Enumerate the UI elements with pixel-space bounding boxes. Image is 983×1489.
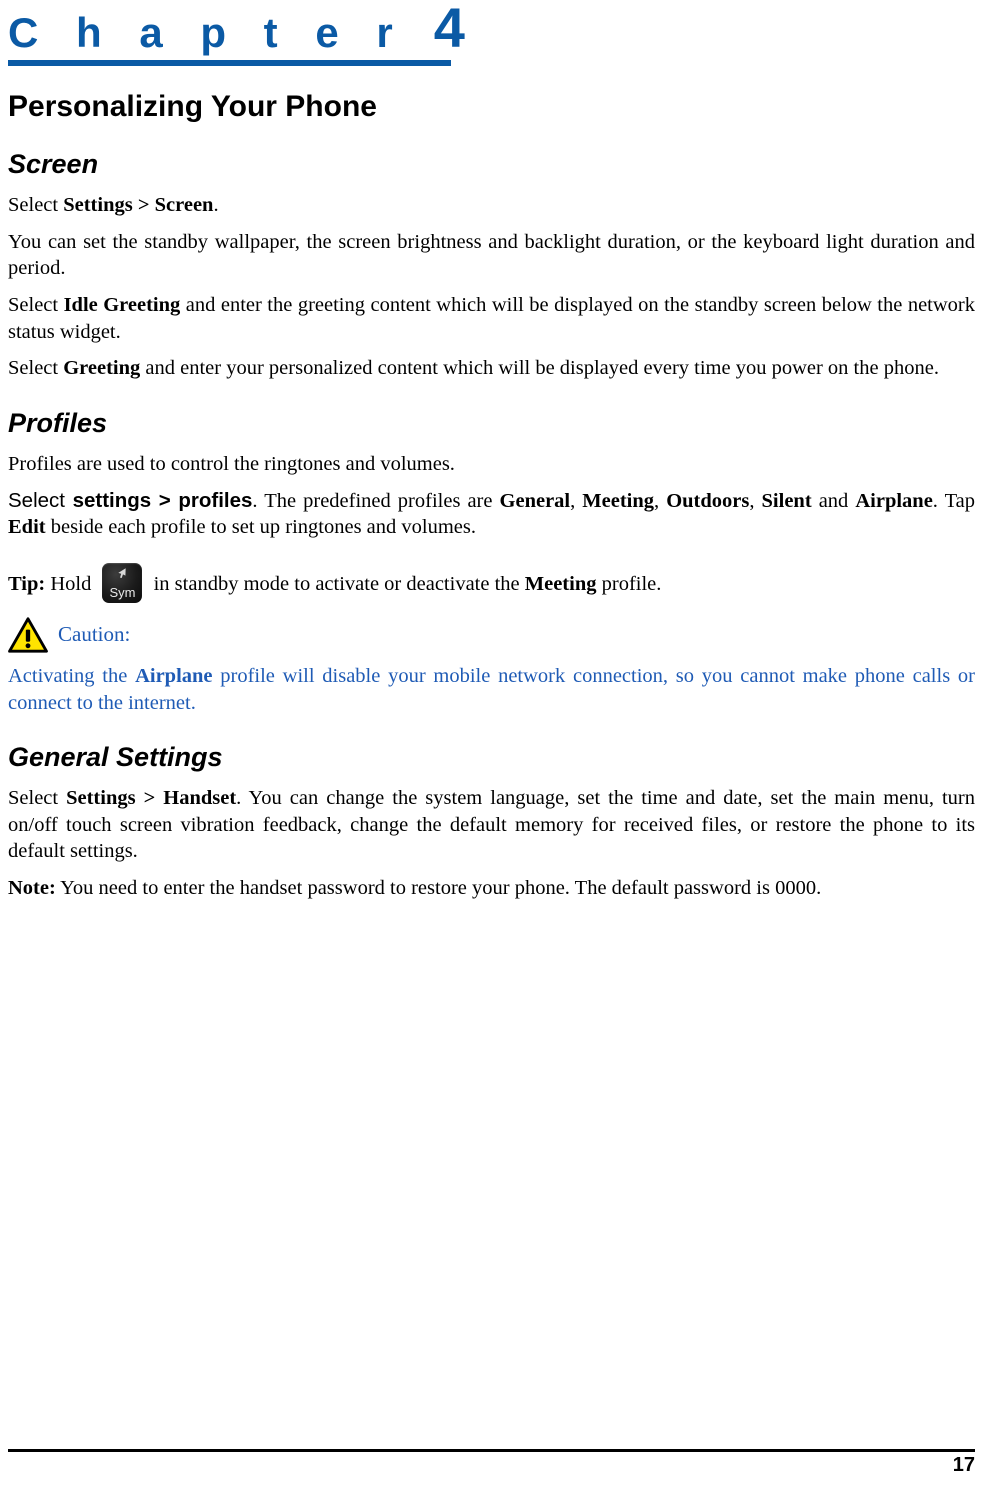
text-run-11: Airplane xyxy=(855,489,933,512)
text-run-2: . The predefined profiles are xyxy=(252,489,500,512)
text-run-4: , xyxy=(570,489,583,512)
paragraph-settings-handset: Select Settings > Handset. You can chang… xyxy=(8,785,975,865)
text-run-0: Select xyxy=(8,787,67,810)
tip-text-middle: in standby mode to activate or deactivat… xyxy=(148,572,525,595)
section-heading-general-settings: General Settings xyxy=(8,742,223,773)
text-run-1: You need to enter the handset password t… xyxy=(55,877,822,900)
text-run-0: You can set the standby wallpaper, the s… xyxy=(8,230,975,280)
text-run-6: , xyxy=(654,489,667,512)
cursor-arrow-icon xyxy=(118,568,127,578)
section-heading-profiles: Profiles xyxy=(8,407,108,438)
tip-emphasis: Meeting xyxy=(524,572,597,595)
text-run-2: . xyxy=(213,194,219,217)
section-heading-screen: Screen xyxy=(8,149,99,179)
text-run-0: Select xyxy=(8,194,64,217)
text-run-2: and enter your personalized content whic… xyxy=(140,357,939,380)
text-run-5: Meeting xyxy=(582,489,655,512)
text-run-12: . Tap xyxy=(932,489,976,512)
text-run-0: Note: xyxy=(8,877,56,900)
chapter-number: 4 xyxy=(433,0,471,59)
text-run-1: Idle Greeting xyxy=(63,293,181,316)
text-run-1: Greeting xyxy=(63,357,141,380)
page-footer: 17 xyxy=(8,1449,975,1477)
paragraph-note-password: Note: You need to enter the handset pass… xyxy=(8,875,975,902)
tip-label: Tip: xyxy=(8,572,46,595)
sym-key-icon: Sym xyxy=(102,562,143,603)
text-run-1: Settings > Screen xyxy=(63,194,214,217)
sym-key-label: Sym xyxy=(109,584,136,600)
text-run-8: , xyxy=(749,489,762,512)
tip-text-after: profile. xyxy=(596,572,662,595)
page-number: 17 xyxy=(952,1454,975,1476)
paragraph-idle-greeting: Select Idle Greeting and enter the greet… xyxy=(8,292,975,345)
text-run-1: settings > profiles xyxy=(72,488,253,512)
tip-line: Tip: Hold Sym in standby mode to activat… xyxy=(8,562,975,603)
paragraph-standby-wallpaper: You can set the standby wallpaper, the s… xyxy=(8,229,975,282)
paragraph-predefined-profiles: Select settings > profiles. The predefin… xyxy=(8,488,975,541)
chapter-label: C h a p t e r xyxy=(8,9,406,56)
warning-triangle-icon xyxy=(8,617,48,653)
text-run-13: Edit xyxy=(8,516,46,539)
text-run-0: Select xyxy=(8,488,73,512)
text-run-1: Settings > Handset xyxy=(66,787,237,810)
text-run-9: Silent xyxy=(761,489,812,512)
paragraph-profiles-intro: Profiles are used to control the rington… xyxy=(8,451,975,478)
text-run-14: beside each profile to set up ringtones … xyxy=(45,516,476,539)
paragraph-greeting: Select Greeting and enter your personali… xyxy=(8,355,975,382)
text-run-0: Select xyxy=(8,293,64,316)
paragraph-select-settings-screen: Select Settings > Screen. xyxy=(8,192,975,219)
text-run-0: Profiles are used to control the rington… xyxy=(8,452,455,475)
chapter-heading: C h a p t e r4 xyxy=(8,0,465,66)
text-run-10: and xyxy=(811,489,856,512)
caution-body: Activating the Airplane profile will dis… xyxy=(8,663,975,716)
page-title: Personalizing Your Phone xyxy=(8,90,377,123)
caution-header: Caution: xyxy=(8,617,975,653)
text-run-3: General xyxy=(499,489,571,512)
text-run-0: Select xyxy=(8,357,64,380)
text-run-7: Outdoors xyxy=(666,489,750,512)
caution-label: Caution: xyxy=(58,622,131,647)
text-run-0: Activating the xyxy=(8,664,136,687)
tip-text-before: Hold xyxy=(45,572,97,595)
document-page: C h a p t e r4 Personalizing Your Phone … xyxy=(0,0,983,1489)
text-run-1: Airplane xyxy=(135,664,213,687)
